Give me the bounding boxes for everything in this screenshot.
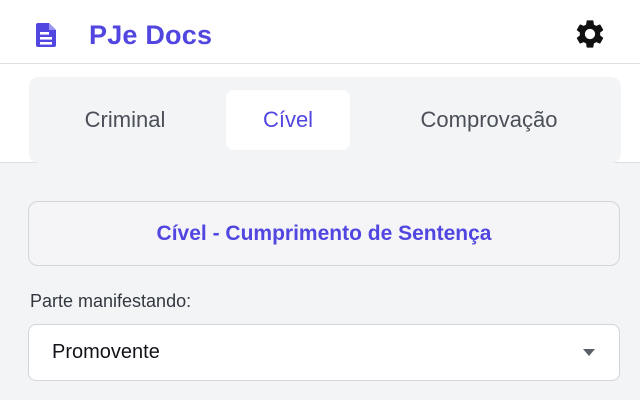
settings-button[interactable] [570,16,610,52]
app-header: PJe Docs [0,0,640,64]
section-title: Cível - Cumprimento de Sentença [28,201,620,266]
tab-criminal[interactable]: Criminal [43,90,207,150]
chevron-down-icon [583,349,595,356]
party-select[interactable]: Promovente [28,324,620,381]
tabs-band: Criminal Cível Comprovação [0,64,640,163]
tab-bar: Criminal Cível Comprovação [29,77,621,163]
party-label: Parte manifestando: [30,291,192,311]
tab-civel[interactable]: Cível [226,90,350,150]
party-select-value: Promovente [52,341,160,363]
document-icon [36,23,56,47]
tab-comprovacao[interactable]: Comprovação [375,90,603,150]
app-title: PJe Docs [89,20,213,50]
